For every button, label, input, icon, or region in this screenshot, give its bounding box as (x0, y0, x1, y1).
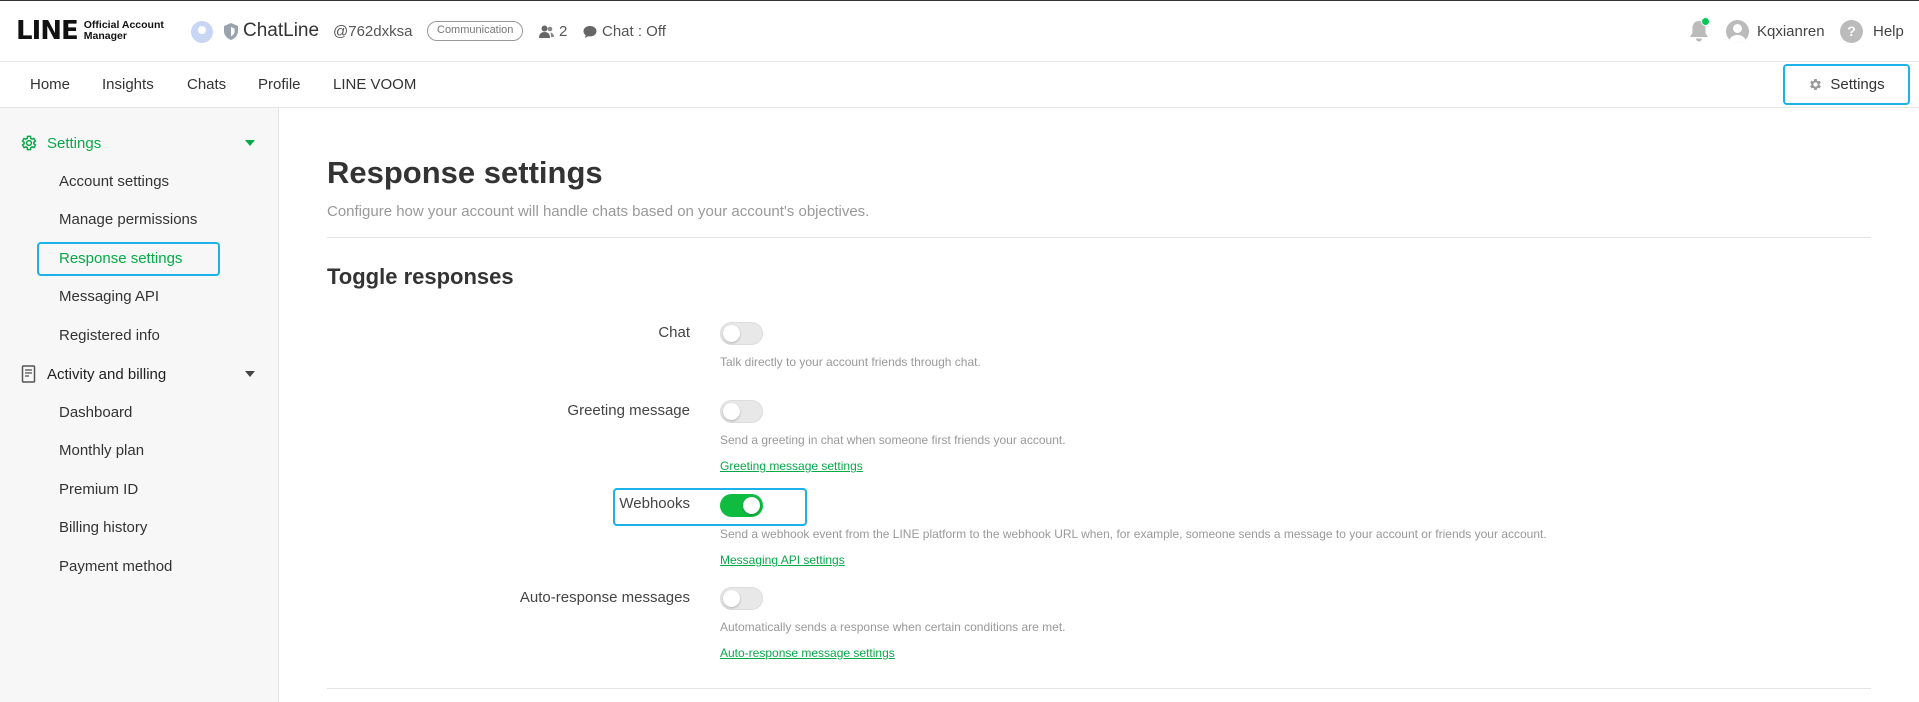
sidebar-section-label: Settings (47, 134, 102, 152)
greeting-message-toggle[interactable] (720, 400, 763, 423)
sidebar-section-activity-billing[interactable]: Activity and billing (20, 365, 255, 383)
sidebar-section-settings[interactable]: Settings (20, 134, 255, 152)
page-title: Response settings (327, 155, 603, 190)
sidebar: Settings Account settings Manage permiss… (0, 108, 279, 702)
logo-line-text: LINE (16, 16, 79, 46)
webhooks-label: Webhooks (619, 495, 690, 512)
chat-status[interactable]: Chat : Off (583, 23, 666, 40)
nav-chats[interactable]: Chats (187, 76, 226, 93)
gear-icon (21, 135, 37, 151)
friends-count: 2 (539, 23, 567, 40)
page-description: Configure how your account will handle c… (327, 203, 870, 220)
category-badge: Communication (427, 21, 524, 41)
chat-label: Chat (658, 324, 690, 341)
divider (327, 688, 1871, 689)
auto-response-label: Auto-response messages (519, 589, 690, 606)
greeting-message-help-text: Send a greeting in chat when someone fir… (720, 433, 1066, 447)
chat-bubble-icon (583, 25, 597, 38)
settings-button[interactable]: Settings (1783, 64, 1910, 105)
chat-toggle[interactable] (720, 322, 763, 345)
auto-response-settings-link[interactable]: Auto-response message settings (720, 646, 895, 660)
user-menu[interactable]: Kqxianren (1726, 20, 1825, 43)
webhooks-toggle[interactable] (720, 494, 763, 517)
help-label: Help (1873, 23, 1904, 40)
sidebar-item-payment-method[interactable]: Payment method (59, 558, 172, 575)
account-id: @762dxksa (333, 23, 413, 40)
main-nav: Home Insights Chats Profile LINE VOOM Se… (0, 62, 1919, 108)
sidebar-item-response-settings[interactable]: Response settings (59, 250, 182, 267)
receipt-icon (21, 365, 36, 383)
top-header: LINE Official Account Manager ChatLine @… (0, 0, 1919, 62)
chat-help-text: Talk directly to your account friends th… (720, 355, 981, 369)
chevron-down-icon[interactable] (245, 140, 255, 146)
account-name[interactable]: ChatLine (243, 20, 319, 42)
sidebar-item-manage-permissions[interactable]: Manage permissions (59, 211, 197, 228)
question-mark-icon: ? (1840, 20, 1863, 43)
user-avatar-icon (1726, 20, 1749, 43)
help-link[interactable]: ? Help (1840, 20, 1904, 43)
user-name: Kqxianren (1757, 23, 1825, 40)
friends-count-value: 2 (559, 23, 568, 40)
notification-dot (1701, 17, 1710, 26)
sidebar-item-premium-id[interactable]: Premium ID (59, 481, 138, 498)
shield-icon (224, 23, 238, 40)
line-oa-manager-logo[interactable]: LINE Official Account Manager (16, 17, 194, 45)
sidebar-item-dashboard[interactable]: Dashboard (59, 404, 132, 421)
sidebar-section-label: Activity and billing (47, 365, 167, 383)
nav-profile[interactable]: Profile (258, 76, 301, 93)
messaging-api-settings-link[interactable]: Messaging API settings (720, 553, 845, 567)
nav-line-voom[interactable]: LINE VOOM (333, 76, 416, 93)
account-avatar[interactable] (191, 21, 213, 43)
gear-icon (1810, 79, 1822, 90)
sidebar-item-billing-history[interactable]: Billing history (59, 519, 147, 536)
nav-insights[interactable]: Insights (102, 76, 154, 93)
webhooks-help-text: Send a webhook event from the LINE platf… (720, 527, 1547, 541)
nav-home[interactable]: Home (30, 76, 70, 93)
sidebar-item-messaging-api[interactable]: Messaging API (59, 288, 159, 305)
settings-button-label: Settings (1830, 76, 1885, 93)
sidebar-item-account-settings[interactable]: Account settings (59, 173, 169, 190)
sidebar-item-registered-info[interactable]: Registered info (59, 327, 160, 344)
greeting-message-label: Greeting message (567, 402, 690, 419)
people-icon (539, 25, 554, 38)
auto-response-help-text: Automatically sends a response when cert… (720, 620, 1066, 634)
logo-sub-text: Official Account Manager (83, 19, 164, 42)
sidebar-item-monthly-plan[interactable]: Monthly plan (59, 442, 144, 459)
divider (327, 237, 1871, 238)
chat-status-text: Chat : Off (602, 23, 666, 40)
chevron-down-icon[interactable] (245, 371, 255, 377)
auto-response-toggle[interactable] (720, 587, 763, 610)
greeting-message-settings-link[interactable]: Greeting message settings (720, 459, 863, 473)
section-title: Toggle responses (327, 264, 514, 289)
